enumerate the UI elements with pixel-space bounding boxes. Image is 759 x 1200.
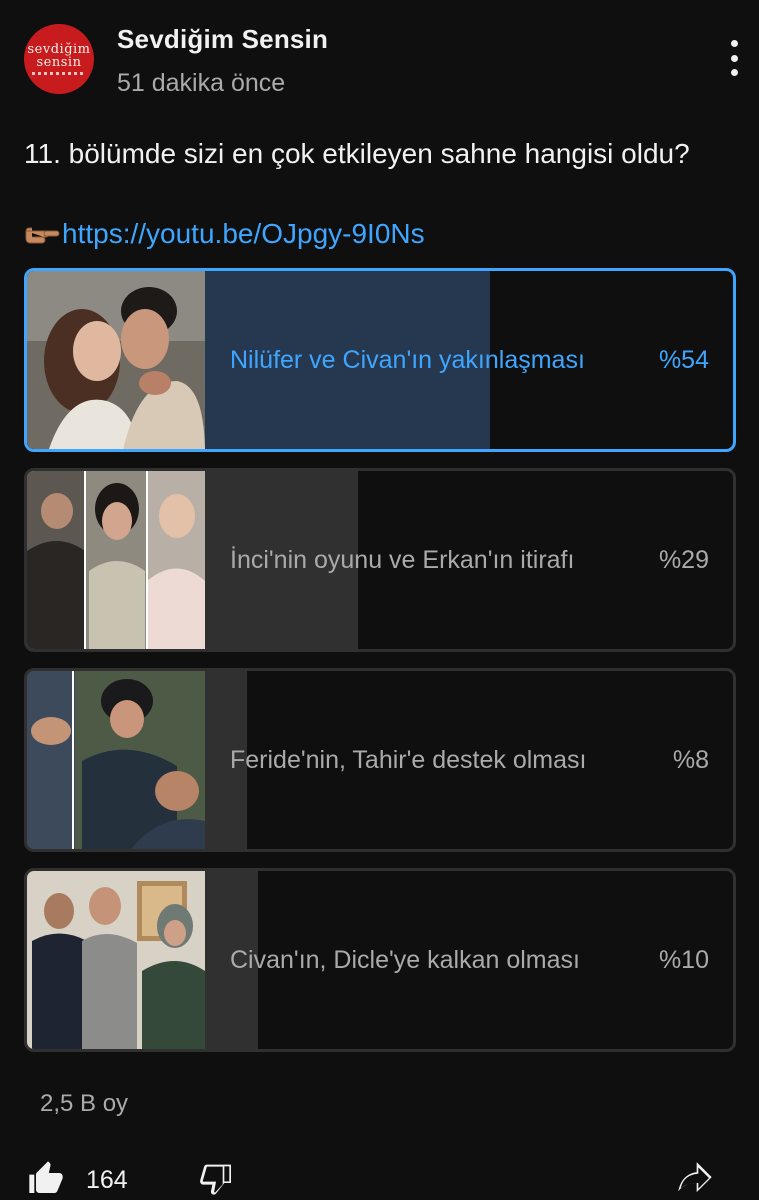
poll-option[interactable]: Civan'ın, Dicle'ye kalkan olması %10 (24, 868, 736, 1052)
thumb-up-icon[interactable] (26, 1158, 66, 1198)
poll-option[interactable]: Feride'nin, Tahir'e destek olması %8 (24, 668, 736, 852)
poll-option-label: Feride'nin, Tahir'e destek olması (230, 745, 587, 774)
more-vert-icon[interactable] (724, 40, 744, 76)
logo-text-line2: sensin (36, 55, 82, 70)
pointing-hand-icon (24, 222, 62, 246)
poll-option-percent: %10 (658, 945, 709, 974)
post-timestamp: 51 dakika önce (117, 69, 286, 97)
option-thumbnail (27, 671, 205, 849)
post-link-row: https://youtu.be/OJpgy-9I0Ns (24, 216, 425, 252)
poll-option[interactable]: İnci'nin oyunu ve Erkan'ın itirafı %29 (24, 468, 736, 652)
poll-option-percent: %8 (672, 745, 709, 774)
channel-avatar[interactable]: sevdiğim sensin (24, 24, 94, 94)
poll-option-label: Civan'ın, Dicle'ye kalkan olması (230, 945, 580, 974)
logo-ornament (32, 72, 86, 75)
action-bar: 164 (0, 1150, 759, 1200)
poll-option-percent: %29 (658, 545, 709, 574)
like-count: 164 (86, 1166, 128, 1194)
post-header: sevdiğim sensin Sevdiğim Sensin 51 dakik… (24, 22, 744, 102)
thumb-down-icon[interactable] (196, 1158, 236, 1198)
post-link[interactable]: https://youtu.be/OJpgy-9I0Ns (62, 216, 425, 252)
option-thumbnail (27, 471, 205, 649)
channel-name[interactable]: Sevdiğim Sensin (117, 24, 328, 55)
poll-option-percent: %54 (658, 345, 709, 374)
vote-count: 2,5 B oy (40, 1090, 129, 1117)
share-icon[interactable] (672, 1158, 718, 1198)
option-thumbnail (27, 271, 205, 449)
poll-option-label: İnci'nin oyunu ve Erkan'ın itirafı (230, 545, 575, 574)
poll-option[interactable]: Nilüfer ve Civan'ın yakınlaşması %54 (24, 268, 736, 452)
option-thumbnail (27, 871, 205, 1049)
poll-option-label: Nilüfer ve Civan'ın yakınlaşması (230, 345, 585, 374)
post-text: 11. bölümde sizi en çok etkileyen sahne … (24, 138, 690, 169)
